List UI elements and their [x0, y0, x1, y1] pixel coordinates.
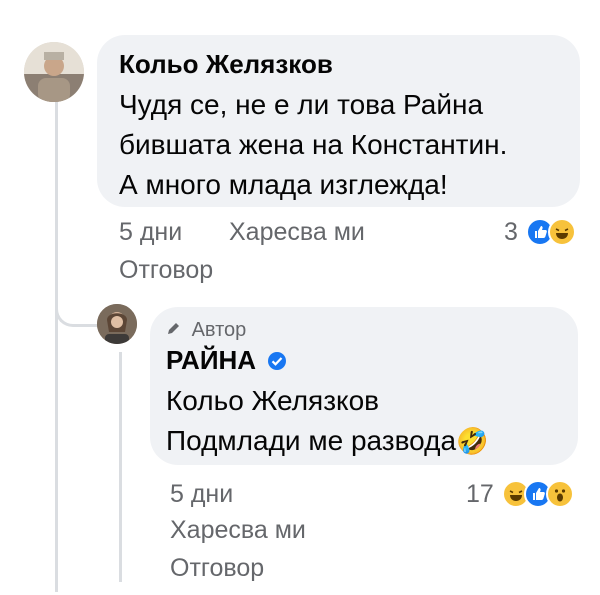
- reply-author[interactable]: РАЙНА: [166, 345, 287, 378]
- comment-text: Чудя се, не е ли това Райна бившата жена…: [119, 85, 574, 205]
- reply-button[interactable]: Отговор: [119, 256, 213, 285]
- reply-like-button[interactable]: Харесва ми: [170, 516, 306, 545]
- comment-author[interactable]: Кольо Желязков: [119, 49, 333, 80]
- reaction-count: 3: [504, 218, 518, 246]
- reply-mention[interactable]: Кольо Желязков: [166, 381, 379, 421]
- reply-text: Подмлади ме развода🤣: [166, 421, 488, 461]
- reply-reply-button[interactable]: Отговор: [170, 554, 264, 583]
- reply-text-content: Подмлади ме развода: [166, 425, 457, 456]
- rofl-emoji: 🤣: [456, 426, 489, 456]
- thread-connector: [55, 296, 100, 327]
- profile-photo-icon: [97, 304, 137, 344]
- verified-badge-icon: [267, 347, 287, 378]
- wow-icon: [546, 480, 574, 508]
- thread-line: [55, 102, 58, 592]
- author-badge: Автор: [166, 319, 246, 342]
- reply-time[interactable]: 5 дни: [170, 480, 233, 509]
- comment-line: бившата жена на Константин.: [119, 129, 508, 160]
- reply-thread-line: [119, 352, 122, 582]
- reaction-count: 17: [466, 480, 494, 508]
- profile-photo-icon: [24, 42, 84, 102]
- reaction-summary[interactable]: 3: [504, 218, 584, 248]
- like-button[interactable]: Харесва ми: [229, 218, 365, 247]
- reply-author-name: РАЙНА: [166, 345, 257, 375]
- comment-line: А много млада изглежда!: [119, 169, 448, 200]
- avatar[interactable]: [24, 42, 84, 102]
- author-badge-label: Автор: [191, 319, 247, 341]
- haha-icon: [548, 218, 576, 246]
- reply-avatar[interactable]: [97, 304, 137, 344]
- comment-line: Чудя се, не е ли това Райна: [119, 89, 484, 120]
- reply-reaction-summary[interactable]: 17: [466, 480, 584, 510]
- comment-time[interactable]: 5 дни: [119, 218, 182, 247]
- reply-bubble: Автор РАЙНА Кольо Желязков Подмлади ме р…: [150, 307, 578, 465]
- pencil-icon: [166, 319, 182, 342]
- comment-bubble: Кольо Желязков Чудя се, не е ли това Рай…: [97, 35, 580, 207]
